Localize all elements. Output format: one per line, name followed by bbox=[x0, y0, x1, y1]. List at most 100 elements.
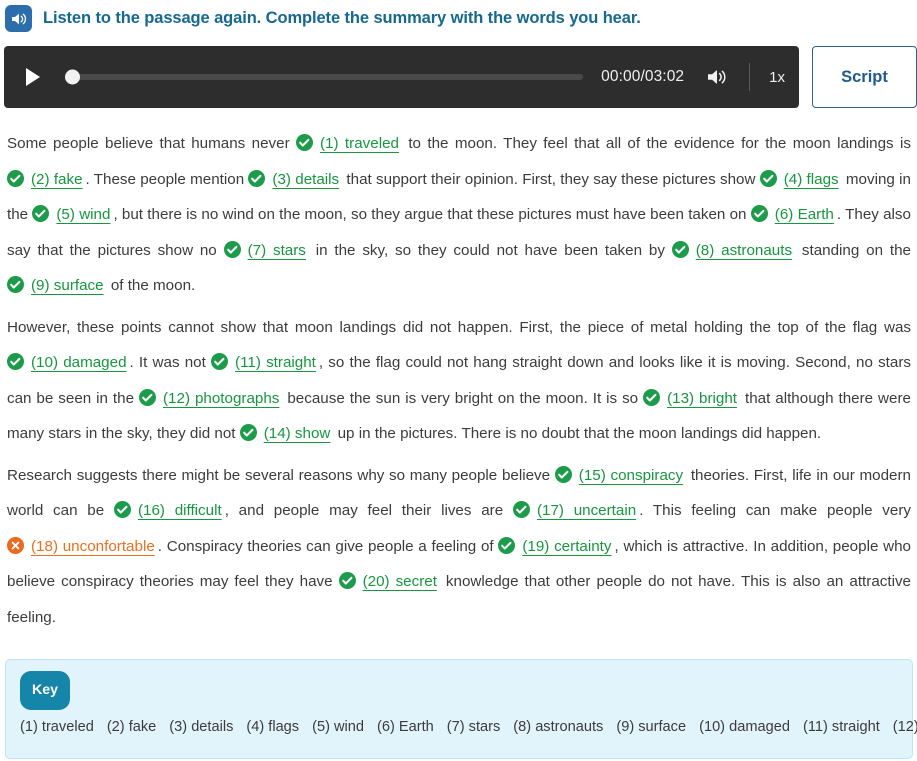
volume-icon[interactable] bbox=[706, 67, 730, 87]
answer-text: (3) details bbox=[272, 170, 340, 188]
progress-track[interactable] bbox=[65, 74, 584, 80]
audio-player: 00:00/03:02 1x bbox=[4, 46, 799, 108]
correct-icon bbox=[113, 501, 131, 518]
blank-12[interactable]: (12) photographs bbox=[139, 388, 282, 407]
answer-key-item: (5) wind bbox=[312, 719, 364, 735]
answer-key-item: (2) fake bbox=[106, 719, 157, 735]
answer-text: (6) Earth bbox=[774, 206, 834, 223]
correct-icon bbox=[211, 353, 229, 370]
correct-icon bbox=[759, 169, 777, 187]
answer-text: (19) certainty bbox=[522, 537, 612, 555]
correct-icon bbox=[554, 465, 572, 483]
answer-text: (9) surface bbox=[31, 277, 104, 294]
answer-key-item: (4) flags bbox=[246, 719, 300, 735]
answer-text: (18) unconfortable bbox=[31, 537, 155, 555]
blank-16[interactable]: (16) difficult bbox=[113, 501, 225, 519]
passage-paragraph-3: Research suggests there might be several… bbox=[7, 458, 911, 636]
answer-text: (8) astronauts bbox=[695, 241, 793, 259]
answer-text: (20) secret bbox=[362, 573, 437, 590]
answer-key-item: (9) surface bbox=[616, 719, 687, 735]
passage-text: in the sky, so they could not have been … bbox=[308, 241, 672, 259]
answer-text: (17) uncertain bbox=[536, 502, 637, 519]
correct-icon bbox=[512, 501, 530, 518]
passage-text: up in the pictures. There is no doubt th… bbox=[333, 425, 822, 442]
answer-text: (10) damaged bbox=[31, 354, 127, 371]
blank-2[interactable]: (2) fake bbox=[7, 169, 86, 188]
blank-10[interactable]: (10) damaged bbox=[7, 353, 130, 371]
play-icon[interactable] bbox=[22, 65, 44, 89]
passage-text: . It was not bbox=[129, 354, 212, 371]
passage-paragraph-1: Some people believe that humans never (1… bbox=[7, 126, 911, 304]
correct-icon bbox=[248, 169, 266, 187]
answer-text: (11) straight bbox=[235, 354, 316, 371]
blank-20[interactable]: (20) secret bbox=[338, 572, 440, 590]
blank-19[interactable]: (19) certainty bbox=[498, 536, 614, 555]
correct-icon bbox=[338, 572, 356, 589]
correct-icon bbox=[7, 169, 24, 187]
passage-text: . Conspiracy theories can give people a … bbox=[157, 537, 499, 555]
blank-17[interactable]: (17) uncertain bbox=[512, 501, 639, 519]
correct-icon bbox=[643, 388, 661, 406]
correct-icon bbox=[239, 424, 257, 441]
passage-text: , and people may feel their lives are bbox=[224, 502, 513, 519]
passage-text: Research suggests there might be several… bbox=[7, 466, 555, 484]
blank-7[interactable]: (7) stars bbox=[223, 240, 309, 259]
passage-text: of the moon. bbox=[106, 277, 196, 294]
blank-18[interactable]: (18) unconfortable bbox=[7, 536, 158, 555]
blank-1[interactable]: (1) traveled bbox=[296, 134, 402, 152]
answer-key-item: (3) details bbox=[169, 719, 234, 735]
passage-text: . This feeling can make people very bbox=[639, 502, 912, 519]
blank-6[interactable]: (6) Earth bbox=[750, 205, 837, 223]
question-header: Listen to the passage again. Complete th… bbox=[0, 0, 917, 38]
correct-icon bbox=[7, 353, 24, 370]
correct-icon bbox=[139, 388, 156, 406]
answer-key-item: (6) Earth bbox=[377, 719, 434, 735]
answer-key-box: Key (1) traveled (2) fake (3) details (4) fl… bbox=[5, 659, 917, 759]
answer-key-items: (1) traveled (2) fake (3) details (4) flags… bbox=[20, 719, 917, 735]
passage-text: that support their opinion. First, they … bbox=[342, 170, 760, 188]
speaker-icon bbox=[5, 5, 32, 32]
progress-handle[interactable] bbox=[65, 69, 80, 85]
incorrect-icon bbox=[7, 536, 24, 554]
passage-text: Some people believe that humans never bbox=[7, 135, 296, 152]
passage-text: . These people mention bbox=[85, 170, 249, 188]
script-button[interactable]: Script bbox=[812, 46, 917, 108]
correct-icon bbox=[498, 536, 516, 554]
audio-player-row: 00:00/03:02 1x Script bbox=[0, 46, 917, 108]
passage-text: because the sun is very bright on the mo… bbox=[282, 389, 644, 407]
correct-icon bbox=[7, 276, 24, 293]
answer-text: (5) wind bbox=[56, 206, 111, 223]
blank-15[interactable]: (15) conspiracy bbox=[554, 465, 686, 484]
blank-3[interactable]: (3) details bbox=[248, 169, 342, 188]
correct-icon bbox=[671, 240, 689, 258]
answer-key-item: (7) stars bbox=[446, 719, 501, 735]
answer-text: (13) bright bbox=[667, 389, 738, 407]
blank-11[interactable]: (11) straight bbox=[211, 353, 319, 371]
blank-9[interactable]: (9) surface bbox=[7, 276, 107, 294]
passage-paragraph-2: However, these points cannot show that m… bbox=[7, 310, 911, 452]
playback-speed-button[interactable]: 1x bbox=[769, 69, 785, 86]
passage-text: However, these points cannot show that m… bbox=[7, 318, 911, 336]
blank-13[interactable]: (13) bright bbox=[643, 388, 740, 407]
time-display: 00:00/03:02 bbox=[601, 68, 685, 85]
blank-14[interactable]: (14) show bbox=[239, 424, 334, 442]
summary-passage: Some people believe that humans never (1… bbox=[0, 126, 917, 635]
answer-key-item: (12) photographs bbox=[892, 719, 917, 735]
answer-text: (16) difficult bbox=[137, 502, 222, 519]
correct-icon bbox=[296, 134, 313, 151]
correct-icon bbox=[223, 240, 241, 258]
passage-text: to the moon. They feel that all of the e… bbox=[401, 135, 911, 152]
answer-text: (1) traveled bbox=[320, 135, 399, 152]
answer-text: (4) flags bbox=[783, 170, 839, 188]
blank-5[interactable]: (5) wind bbox=[32, 205, 113, 223]
blank-4[interactable]: (4) flags bbox=[759, 169, 842, 188]
answer-key-item: (10) damaged bbox=[699, 719, 790, 735]
answer-text: (14) show bbox=[263, 425, 331, 442]
correct-icon bbox=[32, 205, 50, 222]
progress-slider[interactable] bbox=[65, 65, 584, 89]
answer-text: (12) photographs bbox=[163, 389, 280, 407]
player-divider bbox=[749, 63, 751, 91]
correct-icon bbox=[750, 205, 768, 222]
answer-text: (7) stars bbox=[247, 241, 306, 259]
blank-8[interactable]: (8) astronauts bbox=[671, 240, 795, 259]
